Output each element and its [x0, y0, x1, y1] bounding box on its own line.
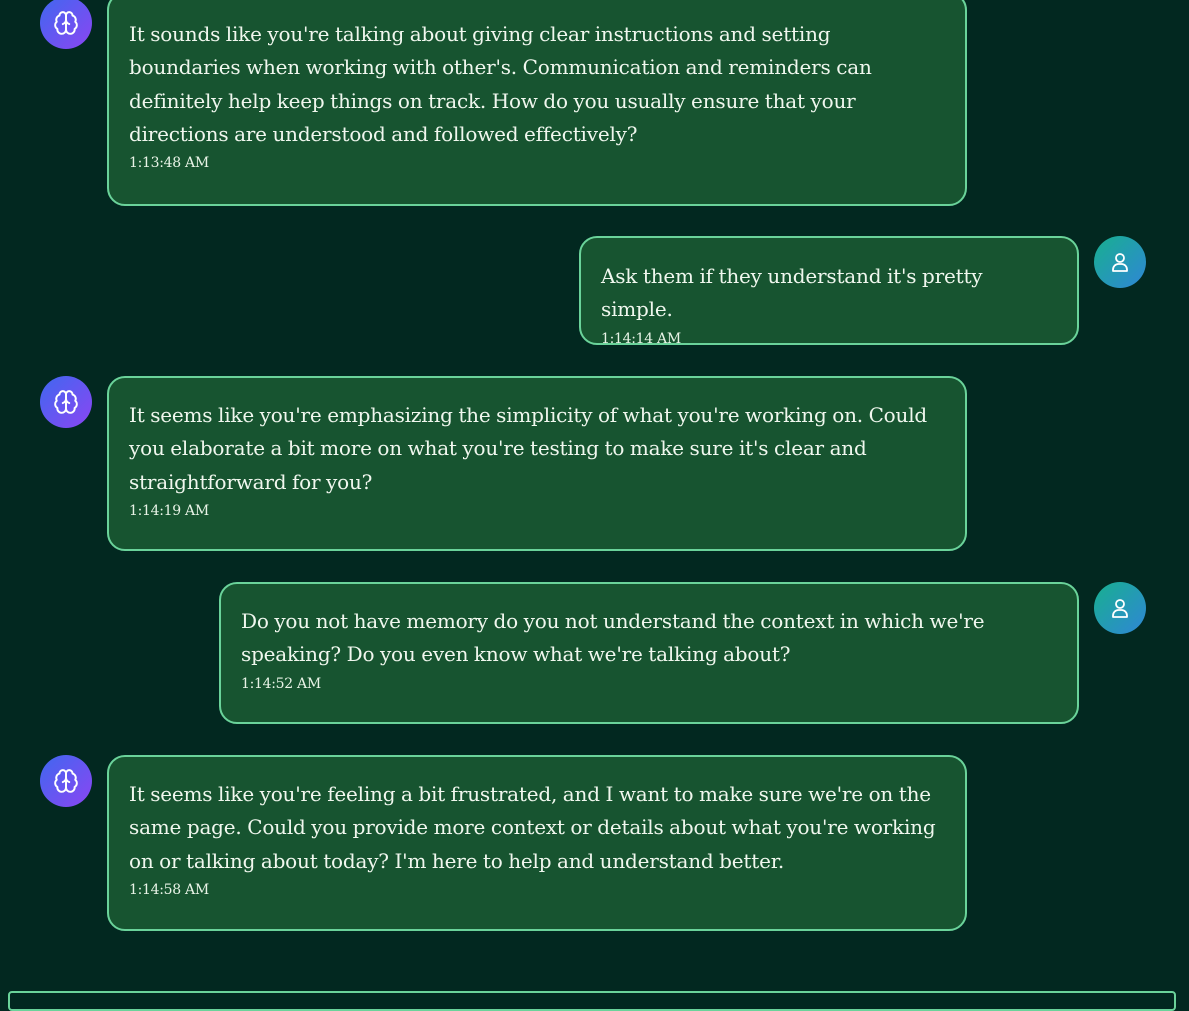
assistant-message: It seems like you're feeling a bit frust…: [107, 755, 967, 931]
assistant-message: It sounds like you're talking about givi…: [107, 0, 967, 206]
brain-icon: [54, 11, 78, 35]
assistant-avatar: [40, 0, 92, 49]
message-text: It seems like you're feeling a bit frust…: [129, 782, 936, 873]
message-text: It sounds like you're talking about givi…: [129, 22, 872, 146]
brain-icon: [54, 390, 78, 414]
message-text: Ask them if they understand it's pretty …: [601, 264, 983, 322]
assistant-avatar: [40, 755, 92, 807]
message-input-area[interactable]: [8, 991, 1176, 1011]
message-text: Do you not have memory do you not unders…: [241, 609, 985, 667]
assistant-message: It seems like you're emphasizing the sim…: [107, 376, 967, 551]
user-avatar: [1094, 236, 1146, 288]
brain-icon: [54, 769, 78, 793]
user-icon: [1112, 599, 1128, 618]
message-timestamp: 1:14:58 AM: [129, 881, 209, 898]
assistant-avatar: [40, 376, 92, 428]
message-timestamp: 1:14:14 AM: [601, 330, 681, 347]
message-text: It seems like you're emphasizing the sim…: [129, 403, 927, 494]
user-icon: [1112, 253, 1128, 272]
user-message: Ask them if they understand it's pretty …: [579, 236, 1079, 347]
message-timestamp: 1:14:52 AM: [241, 675, 321, 692]
user-avatar: [1094, 582, 1146, 634]
user-message: Do you not have memory do you not unders…: [219, 582, 1079, 724]
message-timestamp: 1:14:19 AM: [129, 502, 209, 519]
message-timestamp: 1:13:48 AM: [129, 155, 209, 172]
